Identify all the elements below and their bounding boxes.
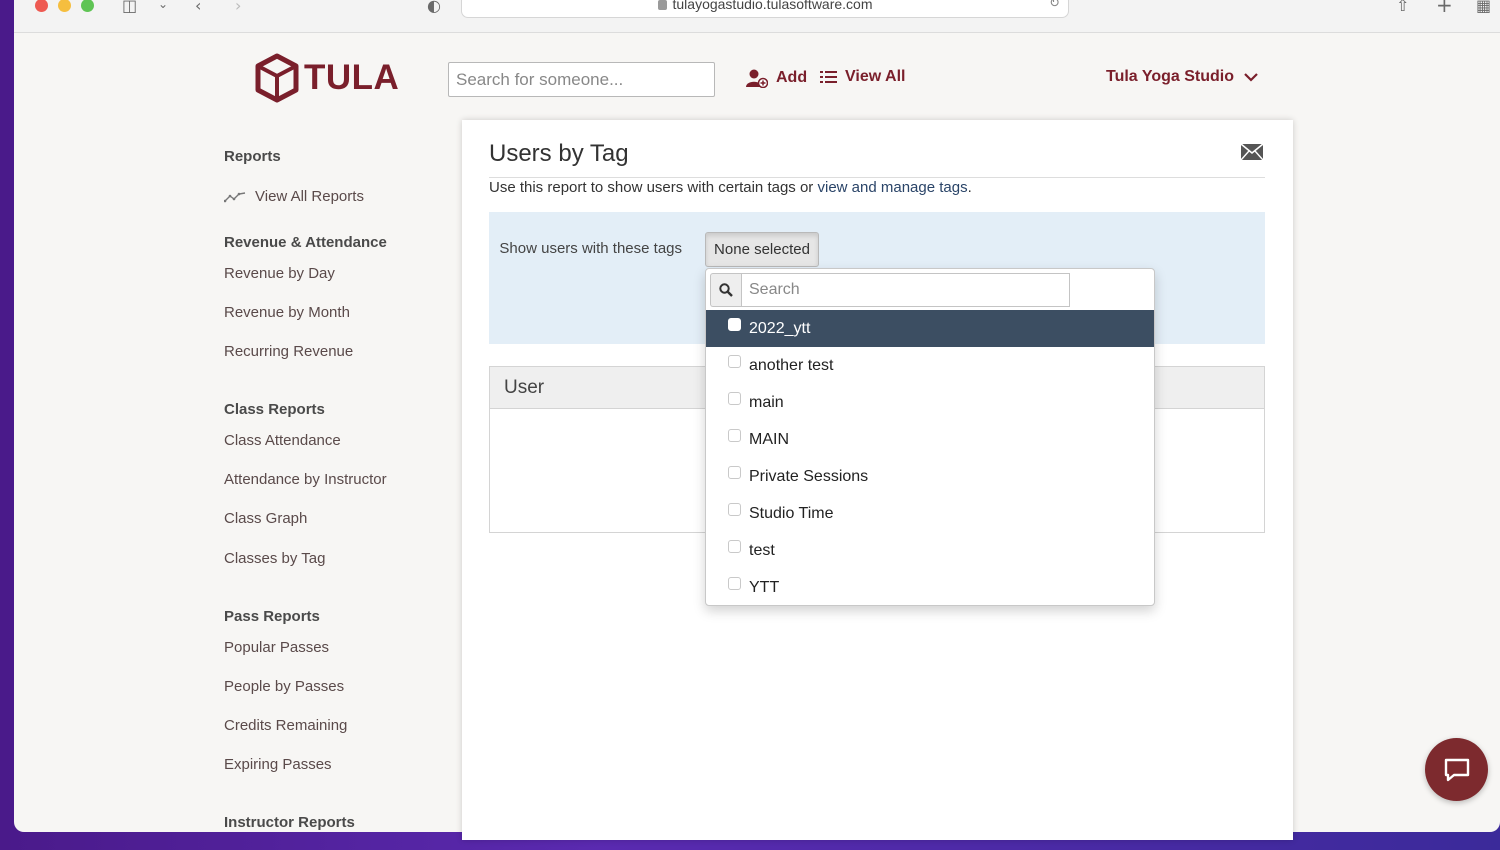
tag-option-label: main	[749, 393, 784, 411]
email-icon[interactable]	[1240, 142, 1264, 162]
sidebar-heading-class-reports: Class Reports	[224, 401, 325, 418]
studio-selector[interactable]: Tula Yoga Studio	[1106, 68, 1258, 86]
tag-checkbox[interactable]	[728, 466, 741, 479]
tag-option[interactable]: another test	[706, 347, 1154, 384]
chevron-down-icon	[1244, 73, 1258, 82]
sidebar-item-credits-remaining[interactable]: Credits Remaining	[224, 717, 347, 734]
tag-option[interactable]: main	[706, 384, 1154, 421]
tag-option-label: 2022_ytt	[749, 319, 811, 337]
tag-option-label: Studio Time	[749, 504, 834, 522]
sidebar-item-popular-passes[interactable]: Popular Passes	[224, 639, 329, 656]
chat-support-button[interactable]	[1425, 738, 1488, 801]
tag-option[interactable]: 2022_ytt	[706, 310, 1154, 347]
tag-multiselect-button[interactable]: None selected	[705, 232, 819, 267]
tag-option-label: MAIN	[749, 430, 789, 448]
search-someone-input[interactable]	[448, 62, 715, 97]
tag-option-list: 2022_ytt another test main MAIN Private …	[706, 310, 1154, 606]
lock-icon	[657, 0, 667, 11]
browser-toolbar: ◫ ⌄ ‹ › ◐ tulayogastudio.tulasoftware.co…	[14, 0, 1500, 33]
sidebar-item-revenue-by-month[interactable]: Revenue by Month	[224, 304, 350, 321]
view-all-label: View All	[845, 68, 906, 85]
tag-option[interactable]: Private Sessions	[706, 458, 1154, 495]
trend-line-icon	[224, 191, 246, 202]
manage-tags-link[interactable]: view and manage tags	[817, 179, 967, 196]
tula-logo[interactable]: TULA	[254, 53, 399, 103]
tula-logo-icon	[255, 53, 299, 103]
zoom-window-button[interactable]	[81, 0, 94, 12]
tag-option[interactable]: test	[706, 532, 1154, 569]
sidebar-item-recurring-revenue[interactable]: Recurring Revenue	[224, 343, 353, 360]
chevron-down-icon[interactable]: ⌄	[158, 0, 168, 11]
tag-option-label: YTT	[749, 578, 780, 596]
sidebar-item-classes-by-tag[interactable]: Classes by Tag	[224, 550, 325, 567]
add-person-button[interactable]: Add	[746, 68, 807, 88]
minimize-window-button[interactable]	[58, 0, 71, 12]
filter-label: Show users with these tags	[499, 240, 682, 257]
tag-option[interactable]: Studio Time	[706, 495, 1154, 532]
forward-icon[interactable]: ›	[235, 0, 241, 15]
tag-checkbox[interactable]	[728, 429, 741, 442]
sidebar-heading-reports: Reports	[224, 148, 281, 165]
tag-option[interactable]: YTT	[706, 569, 1154, 606]
sidebar-heading-revenue-attendance: Revenue & Attendance	[224, 234, 387, 251]
share-icon[interactable]: ⇧	[1396, 0, 1409, 15]
sidebar-item-label: View All Reports	[255, 188, 364, 205]
close-window-button[interactable]	[35, 0, 48, 12]
tag-option-label: test	[749, 541, 775, 559]
tag-dropdown-menu: 2022_ytt another test main MAIN Private …	[705, 268, 1155, 606]
sidebar-item-expiring-passes[interactable]: Expiring Passes	[224, 756, 332, 773]
sidebar-item-class-attendance[interactable]: Class Attendance	[224, 432, 341, 449]
page-title: Users by Tag	[489, 140, 629, 167]
tag-option[interactable]: MAIN	[706, 421, 1154, 458]
chat-bubble-icon	[1444, 758, 1469, 781]
sidebar-item-revenue-by-day[interactable]: Revenue by Day	[224, 265, 335, 282]
tag-search-input[interactable]	[741, 273, 1070, 307]
address-bar[interactable]: tulayogastudio.tulasoftware.com ↻	[461, 0, 1069, 18]
title-divider	[489, 177, 1265, 178]
url-text: tulayogastudio.tulasoftware.com	[672, 0, 873, 12]
list-icon	[820, 71, 837, 83]
description-end: .	[967, 179, 972, 196]
tag-checkbox[interactable]	[728, 540, 741, 553]
studio-name: Tula Yoga Studio	[1106, 68, 1234, 85]
tag-checkbox[interactable]	[728, 355, 741, 368]
logo-text: TULA	[304, 58, 400, 97]
add-label: Add	[776, 69, 808, 86]
tag-search	[710, 273, 1070, 307]
tag-option-label: Private Sessions	[749, 467, 869, 485]
back-icon[interactable]: ‹	[195, 0, 201, 15]
tab-overview-icon[interactable]: ▦	[1476, 0, 1491, 15]
sidebar-toggle-icon[interactable]: ◫	[122, 0, 137, 15]
sidebar-heading-pass-reports: Pass Reports	[224, 608, 320, 625]
add-user-icon	[746, 69, 768, 88]
tag-checkbox[interactable]	[728, 503, 741, 516]
sidebar-item-attendance-by-instructor[interactable]: Attendance by Instructor	[224, 471, 387, 488]
column-header-user[interactable]: User	[504, 377, 544, 399]
sidebar-heading-instructor-reports: Instructor Reports	[224, 814, 355, 831]
sidebar-item-view-all-reports[interactable]: View All Reports	[224, 188, 364, 205]
description-text: Use this report to show users with certa…	[489, 179, 818, 196]
sidebar-item-class-graph[interactable]: Class Graph	[224, 510, 307, 527]
new-tab-icon[interactable]: +	[1436, 0, 1453, 17]
report-description: Use this report to show users with certa…	[489, 179, 972, 196]
search-icon	[710, 273, 741, 307]
tag-checkbox[interactable]	[728, 392, 741, 405]
view-all-button[interactable]: View All	[820, 68, 905, 86]
tag-checkbox[interactable]	[728, 577, 741, 590]
reload-icon[interactable]: ↻	[1049, 0, 1060, 13]
shield-icon[interactable]: ◐	[427, 0, 441, 15]
sidebar-item-people-by-passes[interactable]: People by Passes	[224, 678, 344, 695]
tag-checkbox[interactable]	[728, 318, 741, 331]
tag-option-label: another test	[749, 356, 834, 374]
